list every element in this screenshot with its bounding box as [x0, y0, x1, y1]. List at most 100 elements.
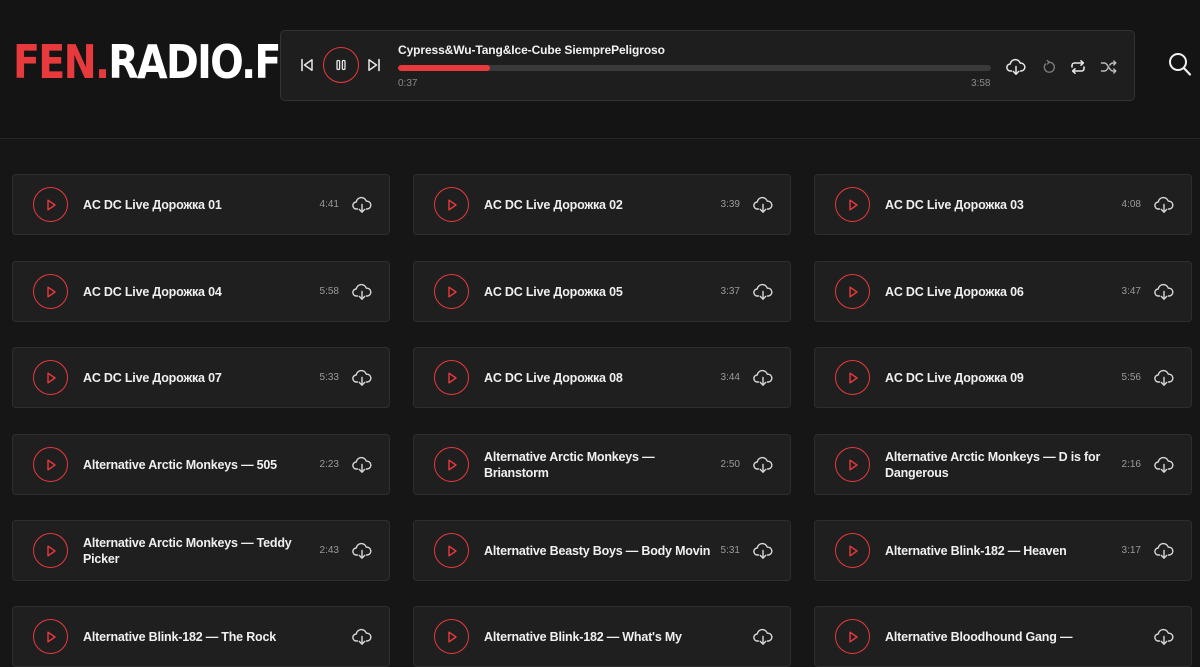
- play-button[interactable]: [835, 360, 870, 395]
- search-button[interactable]: [1168, 52, 1192, 78]
- download-button[interactable]: [351, 540, 373, 562]
- play-button[interactable]: [835, 274, 870, 309]
- track-card[interactable]: AC DC Live Дорожка 04 5:58: [12, 261, 390, 322]
- repeat-icon: [1071, 60, 1085, 74]
- loop-button[interactable]: [1039, 57, 1059, 77]
- track-title: AC DC Live Дорожка 08: [484, 370, 623, 385]
- search-icon: [1169, 53, 1192, 76]
- track-card[interactable]: Alternative Blink-182 — The Rock: [12, 606, 390, 667]
- previous-track-button[interactable]: [298, 56, 316, 74]
- cloud-download-icon: [352, 283, 372, 300]
- track-duration: 2:43: [319, 545, 339, 556]
- download-button[interactable]: [1153, 367, 1175, 389]
- download-button[interactable]: [351, 367, 373, 389]
- track-duration: 3:44: [720, 372, 740, 383]
- track-duration: 5:58: [319, 286, 339, 297]
- cloud-download-icon: [352, 369, 372, 386]
- play-icon: [46, 199, 56, 210]
- play-icon: [46, 631, 56, 642]
- play-icon: [848, 631, 858, 642]
- track-card[interactable]: Alternative Arctic Monkeys — 505 2:23: [12, 434, 390, 495]
- play-button[interactable]: [434, 533, 469, 568]
- play-button[interactable]: [33, 447, 68, 482]
- download-button[interactable]: [1153, 194, 1175, 216]
- track-card[interactable]: AC DC Live Дорожка 08 3:44: [413, 347, 791, 408]
- download-button[interactable]: [752, 540, 774, 562]
- pause-button[interactable]: [323, 47, 359, 83]
- download-button[interactable]: [752, 626, 774, 648]
- track-card[interactable]: AC DC Live Дорожка 07 5:33: [12, 347, 390, 408]
- track-card[interactable]: Alternative Beasty Boys — Body Movin 5:31: [413, 520, 791, 581]
- download-button[interactable]: [1153, 626, 1175, 648]
- play-button[interactable]: [33, 533, 68, 568]
- download-button[interactable]: [752, 454, 774, 476]
- download-button[interactable]: [1153, 540, 1175, 562]
- track-card[interactable]: Alternative Blink-182 — What's My: [413, 606, 791, 667]
- track-card[interactable]: Alternative Blink-182 — Heaven 3:17: [814, 520, 1192, 581]
- play-button[interactable]: [434, 274, 469, 309]
- next-track-button[interactable]: [365, 56, 383, 74]
- track-title: Alternative Blink-182 — Heaven: [885, 543, 1067, 558]
- play-button[interactable]: [434, 187, 469, 222]
- download-button[interactable]: [351, 194, 373, 216]
- play-icon: [46, 286, 56, 297]
- cloud-download-icon: [753, 369, 773, 386]
- site-logo[interactable]: FEN.RADIO.FM: [13, 34, 319, 90]
- track-card[interactable]: AC DC Live Дорожка 05 3:37: [413, 261, 791, 322]
- play-button[interactable]: [33, 619, 68, 654]
- repeat-button[interactable]: [1068, 57, 1088, 77]
- play-button[interactable]: [434, 447, 469, 482]
- track-title: AC DC Live Дорожка 05: [484, 284, 623, 299]
- cloud-download-icon: [1154, 369, 1174, 386]
- play-icon: [447, 199, 457, 210]
- track-duration: 4:41: [319, 199, 339, 210]
- pause-icon: [336, 59, 346, 71]
- track-card[interactable]: Alternative Bloodhound Gang —: [814, 606, 1192, 667]
- track-card[interactable]: AC DC Live Дорожка 09 5:56: [814, 347, 1192, 408]
- track-card[interactable]: Alternative Arctic Monkeys — Teddy Picke…: [12, 520, 390, 581]
- play-icon: [46, 372, 56, 383]
- track-title: AC DC Live Дорожка 06: [885, 284, 1024, 299]
- download-button[interactable]: [351, 454, 373, 476]
- play-icon: [848, 459, 858, 470]
- play-button[interactable]: [33, 360, 68, 395]
- track-title: Alternative Arctic Monkeys — Teddy Picke…: [83, 535, 292, 566]
- play-button[interactable]: [33, 187, 68, 222]
- progress-fill: [398, 65, 490, 71]
- cloud-download-icon: [753, 628, 773, 645]
- track-card[interactable]: Alternative Arctic Monkeys — D is for Da…: [814, 434, 1192, 495]
- progress-bar[interactable]: [398, 65, 991, 71]
- download-button[interactable]: [752, 367, 774, 389]
- track-card[interactable]: AC DC Live Дорожка 06 3:47: [814, 261, 1192, 322]
- play-button[interactable]: [434, 360, 469, 395]
- download-button[interactable]: [351, 626, 373, 648]
- play-button[interactable]: [835, 187, 870, 222]
- skip-previous-icon: [301, 58, 313, 72]
- player-download-button[interactable]: [1006, 57, 1026, 77]
- play-button[interactable]: [835, 447, 870, 482]
- play-button[interactable]: [835, 619, 870, 654]
- download-button[interactable]: [752, 281, 774, 303]
- download-button[interactable]: [1153, 454, 1175, 476]
- download-button[interactable]: [752, 194, 774, 216]
- track-grid: AC DC Live Дорожка 01 4:41 AC DC Live Доро…: [0, 140, 1200, 667]
- play-icon: [46, 545, 56, 556]
- track-title: AC DC Live Дорожка 02: [484, 197, 623, 212]
- cloud-download-icon: [1154, 196, 1174, 213]
- track-title: Alternative Arctic Monkeys — D is for Da…: [885, 449, 1101, 480]
- cloud-download-icon: [753, 196, 773, 213]
- play-button[interactable]: [434, 619, 469, 654]
- track-card[interactable]: AC DC Live Дорожка 03 4:08: [814, 174, 1192, 235]
- download-button[interactable]: [1153, 281, 1175, 303]
- audio-player: Cypress&Wu-Tang&Ice-Cube SiempreP­eligro…: [280, 30, 1135, 101]
- play-button[interactable]: [835, 533, 870, 568]
- download-button[interactable]: [351, 281, 373, 303]
- track-card[interactable]: AC DC Live Дорожка 01 4:41: [12, 174, 390, 235]
- shuffle-button[interactable]: [1099, 57, 1119, 77]
- track-card[interactable]: AC DC Live Дорожка 02 3:39: [413, 174, 791, 235]
- track-title: Alternative Beasty Boys — Body Movin: [484, 543, 711, 558]
- track-card[interactable]: Alternative Arctic Monkeys — Brianstorm 2…: [413, 434, 791, 495]
- play-icon: [447, 545, 457, 556]
- cloud-download-icon: [753, 542, 773, 559]
- play-button[interactable]: [33, 274, 68, 309]
